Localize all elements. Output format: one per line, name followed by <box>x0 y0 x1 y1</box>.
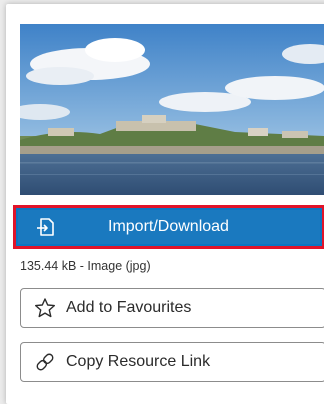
import-download-label: Import/Download <box>108 218 229 235</box>
import-download-button[interactable]: Import/Download <box>13 205 324 249</box>
import-download-button-body: Import/Download <box>18 210 320 244</box>
add-to-favourites-button[interactable]: Add to Favourites <box>20 288 324 328</box>
star-outline-icon <box>34 297 56 319</box>
copy-resource-link-button[interactable]: Copy Resource Link <box>20 342 324 382</box>
link-icon <box>34 351 56 373</box>
file-meta: 135.44 kB - Image (jpg) <box>20 259 151 273</box>
copy-resource-link-label: Copy Resource Link <box>66 353 211 370</box>
import-icon <box>36 216 58 238</box>
add-to-favourites-label: Add to Favourites <box>66 299 192 316</box>
resource-preview-image[interactable] <box>20 24 324 195</box>
